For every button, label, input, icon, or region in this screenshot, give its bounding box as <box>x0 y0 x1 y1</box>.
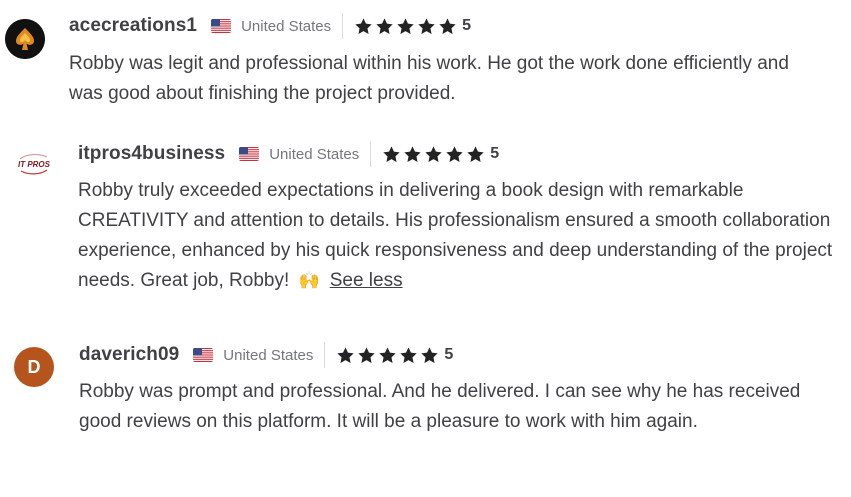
star-icon <box>337 346 355 363</box>
star-icon <box>425 145 442 162</box>
us-flag-icon <box>193 348 214 362</box>
header-divider <box>324 342 326 368</box>
review-text: Robby truly exceeded expectations in del… <box>78 180 833 291</box>
raised-hands-emoji-icon: 🙌 <box>298 271 320 290</box>
spade-logo-icon[interactable] <box>5 19 45 59</box>
star-rating: 5 <box>336 346 453 365</box>
reviewer-country: United States <box>241 17 332 35</box>
star-icon <box>383 145 400 162</box>
review-text: Robby was prompt and professional. And h… <box>79 381 801 432</box>
star-icon <box>355 17 372 34</box>
star-icon <box>400 346 418 363</box>
header-divider <box>342 13 344 39</box>
it-pros-logo-text: IT PROS <box>18 160 51 169</box>
reviewer-country: United States <box>223 346 314 364</box>
star-icon <box>376 17 393 34</box>
star-icon <box>379 346 397 363</box>
us-flag-icon <box>239 147 260 161</box>
review-text-block: Robby truly exceeded expectations in del… <box>78 176 843 296</box>
star-icon <box>467 145 484 162</box>
review-text: Robby was legit and professional within … <box>69 53 789 104</box>
star-icon <box>397 17 414 34</box>
reviewer-username[interactable]: acecreations1 <box>69 15 197 37</box>
rating-value: 5 <box>462 17 472 34</box>
star-icon <box>404 145 421 162</box>
star-rating: 5 <box>354 17 471 36</box>
see-less-link[interactable]: See less <box>330 270 403 291</box>
star-icon <box>421 346 439 363</box>
reviewer-username[interactable]: itpros4business <box>78 143 225 165</box>
us-flag-icon <box>211 19 232 33</box>
rating-value: 5 <box>444 346 454 363</box>
star-rating: 5 <box>382 145 499 164</box>
header-divider <box>370 141 372 167</box>
avatar-letter: D <box>27 356 41 377</box>
star-icon <box>446 145 463 162</box>
star-icon <box>358 346 376 363</box>
star-icon <box>439 17 456 34</box>
rating-value: 5 <box>490 145 500 162</box>
star-icon <box>418 17 435 34</box>
reviewer-username[interactable]: daverich09 <box>79 344 179 366</box>
avatar[interactable]: D <box>14 347 54 387</box>
it-pros-logo-icon[interactable]: IT PROS <box>14 145 54 185</box>
reviewer-country: United States <box>269 145 360 163</box>
